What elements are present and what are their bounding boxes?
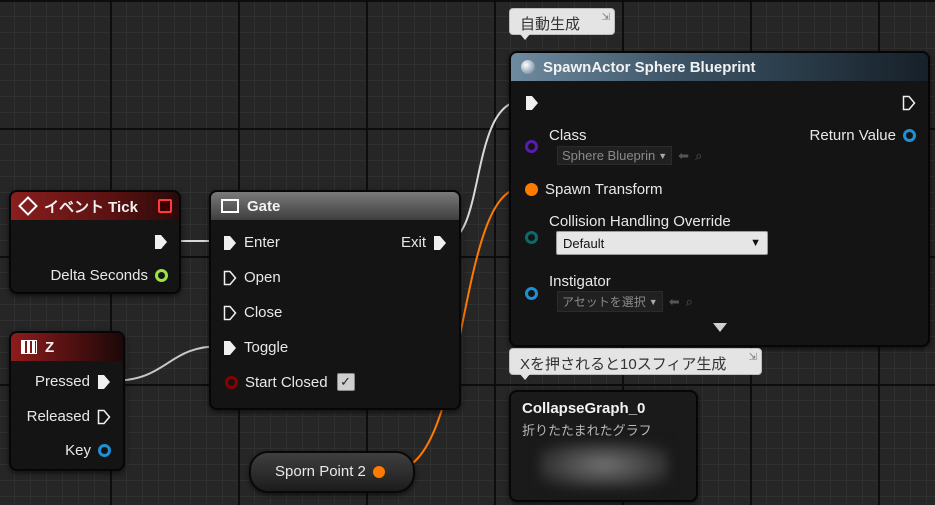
exec-in-empty-icon[interactable] [223, 270, 237, 286]
keyboard-icon [21, 340, 37, 354]
exec-in-icon[interactable] [223, 235, 237, 251]
tick-exec-out[interactable] [154, 234, 168, 250]
toggle-label: Toggle [244, 339, 289, 356]
instigator-dropdown-value: アセットを選択 [562, 295, 646, 309]
exec-in-icon[interactable] [223, 340, 237, 356]
collision-dropdown[interactable]: Default ▼ [556, 231, 768, 255]
exec-in-empty-icon[interactable] [223, 305, 237, 321]
exec-out-empty-icon[interactable] [902, 95, 916, 111]
float-pin-icon[interactable] [155, 269, 168, 282]
event-tick-header[interactable]: イベント Tick [11, 192, 179, 220]
delta-seconds-label: Delta Seconds [50, 267, 148, 284]
key-pin[interactable]: Key [65, 442, 111, 459]
gate-icon [221, 199, 239, 213]
class-selector[interactable]: Sphere Blueprin ▼ ⬅ ⌕ [557, 146, 702, 165]
exec-out-icon[interactable] [97, 374, 111, 390]
released-pin[interactable]: Released [27, 408, 111, 425]
collapse-comment-bubble[interactable]: Xを押されると10スフィア生成 ⇲ [509, 348, 762, 380]
class-pin-icon[interactable] [525, 140, 538, 153]
function-icon [521, 60, 535, 74]
transform-pin-icon[interactable] [525, 183, 538, 196]
instigator-label: Instigator [549, 273, 611, 290]
spawn-exec-out[interactable] [902, 95, 916, 111]
struct-pin-icon[interactable] [98, 444, 111, 457]
start-closed-checkbox[interactable]: ✓ [336, 373, 355, 391]
z-key-title: Z [45, 338, 55, 356]
exit-label: Exit [400, 234, 426, 251]
spawn-comment-text: 自動生成 [520, 16, 581, 33]
gate-toggle-pin[interactable]: Toggle [223, 339, 288, 356]
pin-comment-icon[interactable]: ⇲ [749, 352, 757, 363]
browse-search-icon[interactable]: ⌕ [695, 148, 702, 164]
gate-start-closed-pin[interactable]: Start Closed ✓ [225, 373, 355, 391]
wire-pressed-to-toggle [109, 345, 223, 382]
sporn-point-variable-node[interactable]: Sporn Point 2 [249, 451, 415, 493]
gate-open-pin[interactable]: Open [223, 269, 281, 286]
gate-node[interactable]: Gate Enter Open Close Toggle Start Close… [209, 190, 461, 410]
object-pin-icon[interactable] [903, 129, 916, 142]
transform-pin-icon[interactable] [372, 465, 385, 478]
spawn-comment-bubble[interactable]: 自動生成 ⇲ [509, 8, 615, 40]
enter-label: Enter [244, 234, 280, 251]
z-key-header[interactable]: Z [11, 333, 123, 361]
gate-enter-pin[interactable]: Enter [223, 234, 280, 251]
class-dropdown-value: Sphere Blueprin [562, 148, 656, 163]
exec-out-icon[interactable] [433, 235, 447, 251]
z-key-node[interactable]: Z Pressed Released Key [9, 331, 125, 471]
tick-delta-pin[interactable]: Delta Seconds [50, 267, 168, 284]
gate-exit-pin[interactable]: Exit [401, 234, 447, 251]
chevron-down-icon: ▼ [750, 237, 761, 249]
close-label: Close [244, 304, 283, 321]
released-label: Released [26, 408, 90, 425]
key-label: Key [65, 442, 91, 459]
gate-title: Gate [247, 197, 281, 215]
variable-label: Sporn Point 2 [275, 463, 366, 480]
exec-in-icon[interactable] [525, 95, 539, 111]
pin-comment-icon[interactable]: ⇲ [602, 12, 610, 23]
use-selected-arrow-icon[interactable]: ⬅ [669, 294, 680, 310]
event-tick-title: イベント Tick [44, 198, 138, 216]
chevron-down-icon: ▼ [648, 296, 658, 307]
pressed-pin[interactable]: Pressed [35, 373, 111, 390]
gate-close-pin[interactable]: Close [223, 304, 282, 321]
spawn-actor-node[interactable]: SpawnActor Sphere Blueprint Class Sphere… [509, 51, 930, 347]
collapse-graph-node[interactable]: CollapseGraph_0 折りたたまれたグラフ [509, 390, 698, 502]
collapse-graph-title: CollapseGraph_0 [522, 400, 646, 417]
advanced-expand-icon[interactable] [713, 323, 727, 332]
spawn-transform-label: Spawn Transform [545, 181, 663, 198]
delegate-pin-icon[interactable] [158, 199, 172, 213]
event-tick-node[interactable]: イベント Tick Delta Seconds [9, 190, 181, 294]
class-pin-label: Class [549, 127, 587, 144]
spawn-transform-pin[interactable]: Spawn Transform [525, 181, 663, 198]
instigator-pin-icon[interactable] [525, 287, 538, 300]
spawn-actor-header[interactable]: SpawnActor Sphere Blueprint [511, 53, 928, 81]
use-selected-arrow-icon[interactable]: ⬅ [678, 148, 689, 164]
browse-search-icon[interactable]: ⌕ [686, 294, 693, 310]
variable-output-pin[interactable]: Sporn Point 2 [275, 463, 385, 480]
collapse-graph-preview [539, 442, 669, 488]
exec-out-icon[interactable] [154, 234, 168, 250]
spawn-actor-title: SpawnActor Sphere Blueprint [543, 58, 756, 76]
collision-dropdown-value: Default [563, 235, 605, 251]
chevron-down-icon: ▼ [658, 150, 668, 161]
gate-header[interactable]: Gate [211, 192, 459, 220]
instigator-pin[interactable]: Instigator [525, 273, 611, 290]
byte-pin-icon[interactable] [525, 231, 538, 244]
exec-out-empty-icon[interactable] [97, 409, 111, 425]
instigator-selector[interactable]: アセットを選択 ▼ ⬅ ⌕ [557, 291, 693, 312]
return-value-label: Return Value [809, 127, 896, 144]
open-label: Open [244, 269, 281, 286]
event-diamond-icon [18, 196, 38, 216]
collision-label: Collision Handling Override [549, 213, 731, 230]
collapse-comment-text: Xを押されると10スフィア生成 [520, 356, 727, 373]
collapse-graph-subtitle: 折りたたまれたグラフ [522, 423, 652, 438]
spawn-exec-in[interactable] [525, 95, 539, 111]
class-dropdown[interactable]: Sphere Blueprin ▼ [557, 146, 673, 165]
bool-pin-icon[interactable] [225, 375, 238, 389]
instigator-dropdown[interactable]: アセットを選択 ▼ [557, 291, 663, 312]
start-closed-label: Start Closed [245, 373, 328, 391]
pressed-label: Pressed [34, 373, 90, 390]
collision-pin[interactable]: Collision Handling Override [525, 213, 731, 230]
return-value-pin[interactable]: Return Value [810, 127, 916, 144]
